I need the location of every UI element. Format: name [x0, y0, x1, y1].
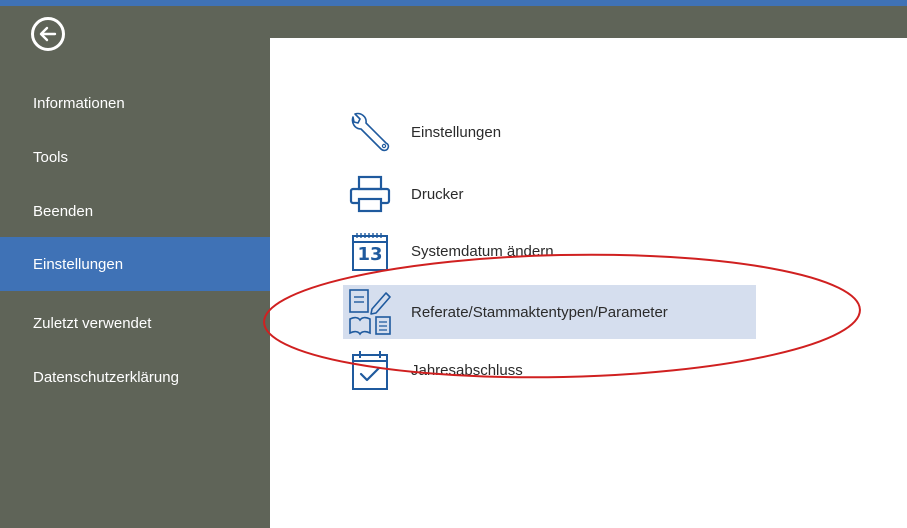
menu-item-label: Jahresabschluss [411, 361, 523, 379]
arrow-left-icon [39, 26, 57, 42]
back-button[interactable] [31, 17, 65, 51]
documents-edit-icon [343, 285, 397, 339]
sidebar-item-beenden[interactable]: Beenden [0, 184, 270, 238]
sidebar-item-label: Informationen [33, 94, 125, 112]
sidebar-item-zuletzt-verwendet[interactable]: Zuletzt verwendet [0, 296, 270, 350]
sidebar: Informationen Tools Beenden Einstellunge… [0, 6, 270, 528]
calendar-day-number: 13 [357, 244, 383, 265]
sidebar-item-tools[interactable]: Tools [0, 130, 270, 184]
menu-item-drucker[interactable]: Drucker [343, 167, 756, 221]
menu-item-label: Einstellungen [411, 123, 502, 141]
main-content: Einstellungen Drucker 13 Systemdatum änd… [270, 38, 907, 528]
sidebar-item-label: Zuletzt verwendet [33, 314, 152, 332]
menu-item-referate-stammaktentypen-parameter[interactable]: Referate/Stammaktentypen/Parameter [343, 285, 756, 339]
printer-icon [343, 167, 397, 221]
sidebar-item-label: Beenden [33, 202, 94, 220]
sidebar-item-label: Datenschutzerklärung [33, 368, 179, 386]
menu-item-systemdatum[interactable]: 13 Systemdatum ändern [343, 224, 756, 278]
sidebar-item-label: Einstellungen [33, 255, 124, 273]
wrench-icon [343, 105, 397, 159]
menu-item-jahresabschluss[interactable]: Jahresabschluss [343, 343, 756, 397]
calendar-check-icon [343, 343, 397, 397]
sidebar-item-datenschutzerklaerung[interactable]: Datenschutzerklärung [0, 350, 270, 404]
menu-item-label: Drucker [411, 185, 464, 203]
menu-item-label: Systemdatum ändern [411, 242, 554, 260]
sidebar-item-label: Tools [33, 148, 69, 166]
sidebar-item-informationen[interactable]: Informationen [0, 76, 270, 130]
menu-item-einstellungen[interactable]: Einstellungen [343, 105, 756, 159]
menu-item-label: Referate/Stammaktentypen/Parameter [411, 303, 668, 321]
sidebar-item-einstellungen[interactable]: Einstellungen [0, 237, 270, 291]
calendar-icon: 13 [343, 224, 397, 278]
